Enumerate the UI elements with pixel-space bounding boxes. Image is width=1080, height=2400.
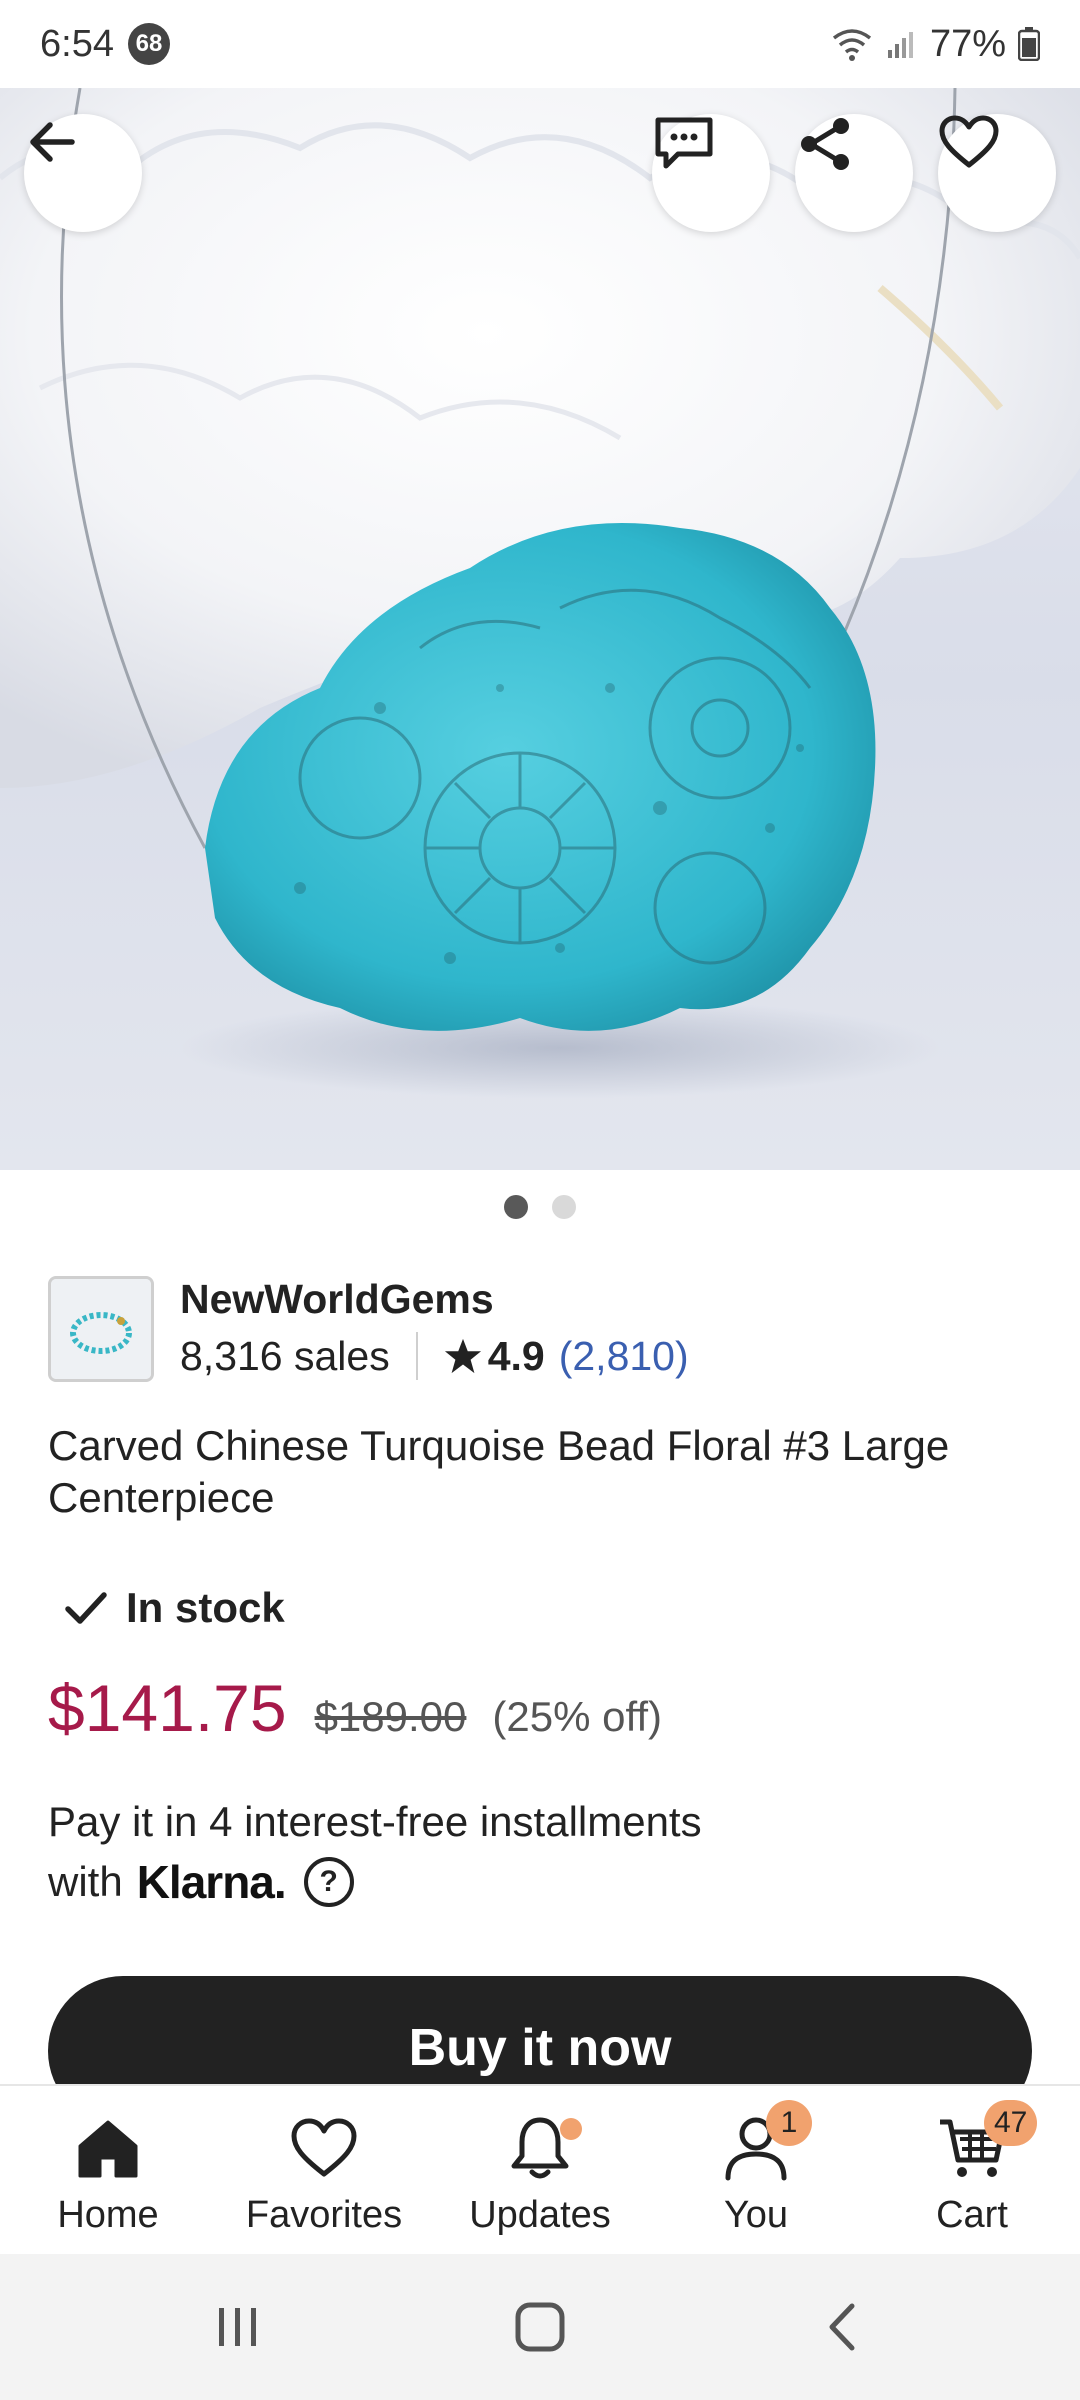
tab-label-cart: Cart — [936, 2194, 1008, 2236]
message-seller-button[interactable] — [652, 114, 770, 232]
bottom-tab-bar: Home Favorites Updates 1 You 47 Cart — [0, 2084, 1080, 2254]
image-pager-dots — [0, 1195, 1080, 1219]
share-button[interactable] — [795, 114, 913, 232]
cart-badge: 47 — [984, 2100, 1038, 2146]
price-row: $141.75 $189.00 (25% off) — [48, 1670, 662, 1746]
status-bar: 6:54 68 77% — [0, 0, 1080, 88]
tab-label-home: Home — [57, 2194, 159, 2236]
checkmark-icon — [65, 1592, 107, 1624]
battery-icon — [1018, 27, 1040, 61]
stock-label: In stock — [126, 1584, 285, 1631]
chevron-left-icon — [829, 2303, 855, 2351]
system-navigation-bar — [0, 2254, 1080, 2400]
notification-count-badge: 68 — [127, 23, 170, 65]
klarna-promo: Pay it in 4 interest-free installments w… — [48, 1792, 1038, 1912]
shop-name[interactable]: NewWorldGems — [180, 1276, 494, 1323]
product-photo — [0, 88, 1080, 1098]
klarna-logo: Klarna. — [136, 1856, 287, 1908]
original-price: $189.00 — [314, 1693, 467, 1740]
tab-label-updates: Updates — [469, 2194, 611, 2236]
klarna-prefix: with — [48, 1858, 123, 1905]
shop-rating: 4.9 (2,810) — [444, 1333, 689, 1380]
heart-icon — [291, 2118, 357, 2177]
discount-label: (25% off) — [492, 1693, 663, 1740]
rating-value: 4.9 — [487, 1332, 545, 1379]
back-button[interactable] — [24, 114, 142, 232]
shop-avatar[interactable] — [48, 1276, 154, 1382]
tab-you[interactable]: 1 You — [648, 2086, 864, 2256]
share-icon — [801, 118, 849, 170]
message-icon — [655, 117, 713, 169]
status-icons: 77% — [830, 23, 1040, 66]
back-arrow-icon — [30, 122, 75, 162]
signal-icon — [887, 32, 913, 58]
star-icon — [444, 1338, 481, 1374]
home-icon — [78, 2120, 138, 2178]
battery-percent: 77% — [929, 22, 1006, 65]
shop-info[interactable]: NewWorldGems 8,316 sales 4.9 (2,810) — [48, 1276, 1038, 1384]
tab-updates[interactable]: Updates — [432, 2086, 648, 2256]
sale-price: $141.75 — [48, 1671, 287, 1745]
tab-home[interactable]: Home — [0, 2086, 216, 2256]
help-icon[interactable]: ? — [303, 1857, 354, 1907]
tab-favorites[interactable]: Favorites — [216, 2086, 432, 2256]
reviews-link[interactable]: (2,810) — [559, 1333, 689, 1380]
pager-dot-active[interactable] — [504, 1195, 528, 1219]
heart-icon — [939, 115, 999, 168]
updates-dot — [560, 2118, 582, 2140]
tab-cart[interactable]: 47 Cart — [864, 2086, 1080, 2256]
you-badge: 1 — [766, 2100, 812, 2146]
back-system-button[interactable] — [802, 2292, 882, 2362]
shop-meta: 8,316 sales 4.9 (2,810) — [180, 1332, 689, 1380]
pager-dot[interactable] — [552, 1195, 576, 1219]
tab-label-you: You — [723, 2194, 789, 2236]
home-system-button[interactable] — [500, 2292, 580, 2362]
shop-sales: 8,316 sales — [180, 1332, 390, 1379]
tab-label-favorites: Favorites — [245, 2194, 403, 2236]
home-square-icon — [515, 2302, 565, 2352]
klarna-text-line1: Pay it in 4 interest-free installments — [48, 1798, 702, 1845]
product-image-gallery[interactable] — [0, 88, 1080, 1170]
stock-status: In stock — [64, 1584, 285, 1632]
divider — [415, 1332, 418, 1380]
app-screen: 6:54 68 77% NewWorldGems 8,316 sales 4.9… — [0, 0, 1080, 2400]
recent-apps-button[interactable] — [198, 2292, 278, 2362]
product-title: Carved Chinese Turquoise Bead Floral #3 … — [48, 1422, 950, 1521]
favorite-button[interactable] — [938, 114, 1056, 232]
shop-avatar-image — [51, 1279, 151, 1379]
status-time: 6:54 — [40, 22, 114, 65]
wifi-icon — [832, 29, 872, 61]
klarna-text-line2: with Klarna. ? — [48, 1852, 1038, 1912]
recent-apps-icon — [219, 2308, 256, 2346]
